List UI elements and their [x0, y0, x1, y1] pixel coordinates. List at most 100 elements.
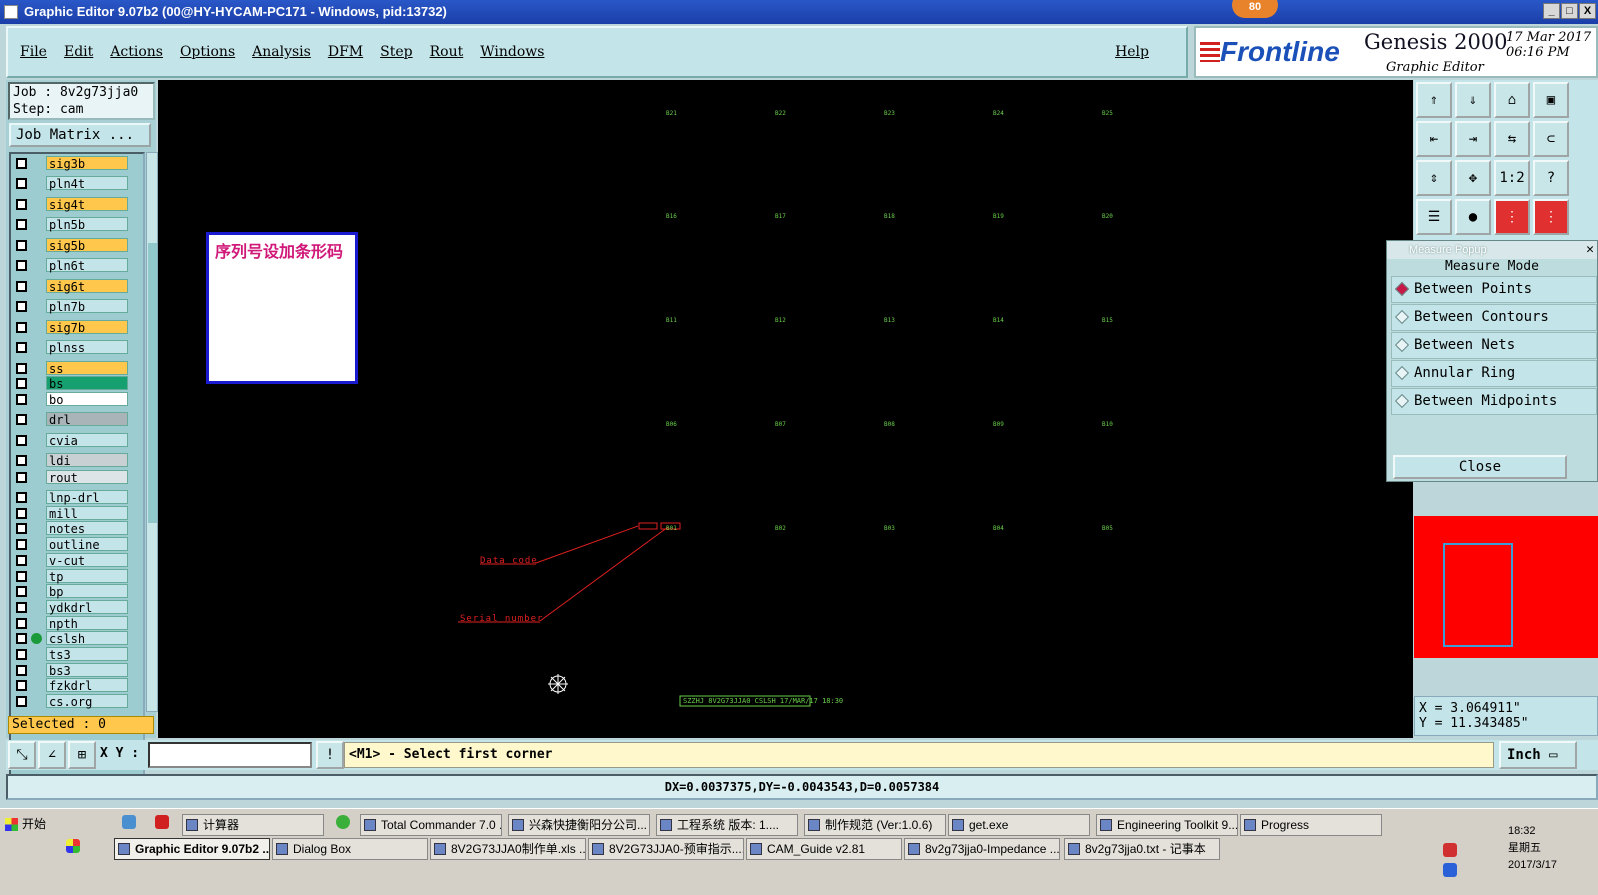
snap-icon[interactable]: ⤡: [8, 741, 36, 769]
layer-name[interactable]: pln6t: [46, 258, 128, 273]
layer-row[interactable]: ydkdrl: [13, 600, 128, 615]
layer-row[interactable]: v-cut: [13, 553, 128, 568]
layer-name[interactable]: sig5b: [46, 238, 128, 253]
layer-checkbox[interactable]: [16, 471, 27, 483]
layer-name[interactable]: mill: [46, 506, 128, 521]
layer-name[interactable]: pln5b: [46, 217, 128, 232]
taskbar-button[interactable]: Graphic Editor 9.07b2 ...: [114, 838, 270, 860]
layer-checkbox[interactable]: [16, 434, 27, 446]
layer-row[interactable]: pln4t: [13, 176, 128, 191]
layer-name[interactable]: v-cut: [46, 553, 128, 568]
option-between-nets[interactable]: Between Nets: [1391, 332, 1597, 359]
layer-checkbox[interactable]: [16, 648, 27, 660]
menu-help[interactable]: Help: [1115, 44, 1149, 60]
layer-checkbox[interactable]: [16, 300, 27, 312]
layer-row[interactable]: sig5b: [13, 238, 128, 253]
layer-row[interactable]: sig7b: [13, 320, 128, 335]
layer-name[interactable]: fzkdrl: [46, 678, 128, 693]
layer-checkbox[interactable]: [16, 522, 27, 534]
notification-badge[interactable]: 80: [1232, 0, 1278, 18]
layer-checkbox[interactable]: [16, 177, 27, 189]
layer-row[interactable]: bs3: [13, 663, 128, 678]
layer-checkbox[interactable]: [16, 664, 27, 676]
layer-row[interactable]: ldi: [13, 453, 128, 468]
menu-dfm[interactable]: DFM: [328, 44, 363, 60]
layer-checkbox[interactable]: [16, 491, 27, 503]
layer-checkbox[interactable]: [16, 198, 27, 210]
taskbar-button[interactable]: get.exe: [948, 814, 1090, 836]
taskbar-button[interactable]: 兴森快捷衡阳分公司...: [508, 814, 650, 836]
menu-rout[interactable]: Rout: [430, 44, 464, 60]
layer-row[interactable]: ss: [13, 361, 128, 376]
layer-name[interactable]: lnp-drl: [46, 490, 128, 505]
layer-row[interactable]: cs.org: [13, 694, 128, 709]
layer-name[interactable]: drl: [46, 412, 128, 427]
layer-name[interactable]: rout: [46, 470, 128, 485]
option-between-points[interactable]: Between Points: [1391, 276, 1597, 303]
layer-checkbox[interactable]: [16, 321, 27, 333]
layer-checkbox[interactable]: [16, 554, 27, 566]
layer-row[interactable]: notes: [13, 521, 128, 536]
menu-windows[interactable]: Windows: [480, 44, 544, 60]
fit-icon[interactable]: ⇕: [1416, 160, 1452, 196]
tray-app-icon[interactable]: [1443, 863, 1457, 877]
view-down-icon[interactable]: ⇓: [1455, 82, 1491, 118]
layer-checkbox[interactable]: [16, 585, 27, 597]
layer-name[interactable]: cvia: [46, 433, 128, 448]
view-up-icon[interactable]: ⇑: [1416, 82, 1452, 118]
pan-right-icon[interactable]: ⇥: [1455, 121, 1491, 157]
list-icon[interactable]: ☰: [1416, 199, 1452, 235]
layer-checkbox[interactable]: [16, 239, 27, 251]
taskbar-button[interactable]: CAM_Guide v2.81: [746, 838, 902, 860]
ie-icon[interactable]: [336, 815, 350, 829]
option-annular-ring[interactable]: Annular Ring: [1391, 360, 1597, 387]
pdf-icon[interactable]: [155, 815, 169, 829]
layer-checkbox[interactable]: [16, 362, 27, 374]
layer-row[interactable]: cvia: [13, 433, 128, 448]
close-window-button[interactable]: X: [1579, 3, 1596, 19]
taskbar-button[interactable]: 制作规范 (Ver:1.0.6): [804, 814, 946, 836]
layer-checkbox[interactable]: [16, 617, 27, 629]
maximize-button[interactable]: □: [1561, 3, 1578, 19]
menu-actions[interactable]: Actions: [110, 44, 163, 60]
layer-checkbox[interactable]: [16, 377, 27, 389]
layer-checkbox[interactable]: [16, 454, 27, 466]
angle-icon[interactable]: ∠: [38, 741, 66, 769]
layer-row[interactable]: mill: [13, 506, 128, 521]
tray-app-icon[interactable]: [1443, 843, 1457, 857]
layer-row[interactable]: sig4t: [13, 197, 128, 212]
layer-row[interactable]: fzkdrl: [13, 678, 128, 693]
layer-checkbox[interactable]: [16, 679, 27, 691]
taskbar-button[interactable]: 8v2g73jja0.txt - 记事本: [1064, 838, 1220, 860]
unit-selector[interactable]: Inch ▭: [1499, 741, 1577, 769]
layer-scrollbar[interactable]: [146, 152, 158, 712]
clock[interactable]: 18:32 星期五 2017/3/17: [1508, 823, 1557, 874]
probe-icon[interactable]: ●: [1455, 199, 1491, 235]
layer-checkbox[interactable]: [16, 570, 27, 582]
layer-name[interactable]: bs: [46, 376, 128, 391]
overview-map[interactable]: [1414, 516, 1598, 658]
taskbar-button[interactable]: 计算器: [182, 814, 324, 836]
window-icon[interactable]: ▣: [1533, 82, 1569, 118]
taskbar-button[interactable]: 8V2G73JJA0-预审指示....: [588, 838, 744, 860]
xy-input[interactable]: [148, 742, 312, 768]
layer-row[interactable]: bp: [13, 584, 128, 599]
layer-row[interactable]: ts3: [13, 647, 128, 662]
layer-name[interactable]: tp: [46, 569, 128, 584]
scrollbar-thumb[interactable]: [148, 243, 157, 523]
layer-name[interactable]: plnss: [46, 340, 128, 355]
layer-row[interactable]: outline: [13, 537, 128, 552]
home-icon[interactable]: ⌂: [1494, 82, 1530, 118]
pan-left-icon[interactable]: ⇤: [1416, 121, 1452, 157]
layer-name[interactable]: ydkdrl: [46, 600, 128, 615]
layer-checkbox[interactable]: [16, 218, 27, 230]
layer-row[interactable]: pln7b: [13, 299, 128, 314]
layer-name[interactable]: sig7b: [46, 320, 128, 335]
zoom-ratio-icon[interactable]: 1:2: [1494, 160, 1530, 196]
minimize-button[interactable]: _: [1543, 3, 1560, 19]
layer-row[interactable]: sig3b: [13, 156, 128, 171]
alert-button[interactable]: !: [316, 741, 344, 769]
quicklaunch-icon[interactable]: [122, 815, 136, 829]
layer-name[interactable]: npth: [46, 616, 128, 631]
layer-name[interactable]: notes: [46, 521, 128, 536]
